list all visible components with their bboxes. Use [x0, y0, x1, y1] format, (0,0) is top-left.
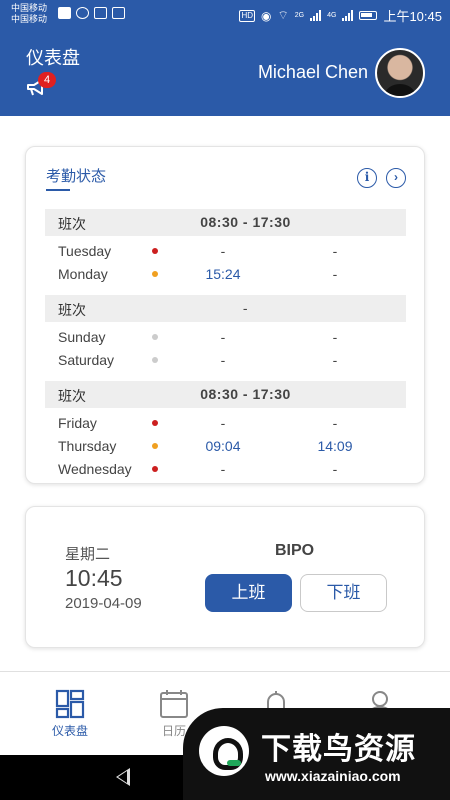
clock-in-value: -	[220, 415, 226, 431]
watermark-logo-icon	[199, 726, 249, 776]
carrier-info: 中国移动 中国移动	[11, 3, 47, 25]
clock-out-value: -	[332, 415, 338, 431]
clock-out-value: -	[332, 243, 338, 259]
shift-header: 班次 08:30 - 17:30	[45, 381, 406, 408]
clock-out-value: 14:09	[317, 438, 353, 454]
clock-in-value: -	[220, 243, 226, 259]
clock-out-value: -	[332, 352, 338, 368]
day-label: Wednesday	[58, 461, 132, 477]
status-bar: 中国移动 中国移动 HD ◉ ⌔ 2G 4G 上午10:45	[0, 0, 450, 28]
shift-time: -	[242, 300, 249, 316]
current-date: 2019-04-09	[65, 595, 142, 612]
table-row[interactable]: Wednesday - -	[45, 458, 406, 480]
signal-icon	[310, 10, 322, 21]
page-title: 仪表盘	[26, 48, 80, 68]
shift-header: 班次 -	[45, 295, 406, 322]
notification-badge: 4	[38, 72, 56, 88]
watermark: 下载鸟资源 www.xiazainiao.com	[183, 708, 450, 800]
network-4g-label: 4G	[327, 12, 337, 19]
network-2g-label: 2G	[294, 12, 305, 19]
nav-item-dashboard[interactable]: 仪表盘	[25, 688, 115, 739]
table-row[interactable]: Tuesday - -	[45, 240, 406, 262]
watermark-url: www.xiazainiao.com	[265, 768, 401, 784]
dashboard-icon	[55, 689, 85, 719]
current-time: 10:45	[65, 565, 123, 591]
attendance-card: 考勤状态 i › 班次 08:30 - 17:30 Tuesday - - Mo…	[25, 146, 425, 484]
user-name: Michael Chen	[257, 62, 368, 82]
eye-icon: ◉	[261, 8, 272, 23]
weekday-label: 星期二	[65, 546, 111, 563]
status-right: HD ◉ ⌔ 2G 4G 上午10:45	[239, 6, 442, 25]
shift-time: 08:30 - 17:30	[200, 386, 291, 402]
status-dot	[152, 357, 158, 363]
calendar-icon	[160, 690, 188, 718]
mail-icon	[112, 7, 125, 19]
title-underline	[46, 189, 70, 191]
status-dot	[152, 420, 158, 426]
wifi-icon: ⌔	[277, 8, 289, 22]
avatar[interactable]	[375, 48, 425, 98]
day-label: Sunday	[58, 329, 106, 345]
nav-label-dashboard: 仪表盘	[51, 724, 88, 738]
company-name: BIPO	[275, 542, 315, 559]
battery-icon	[359, 11, 378, 20]
message-icon	[76, 7, 89, 19]
table-row[interactable]: Thursday 09:04 14:09	[45, 435, 406, 457]
table-row[interactable]: Saturday - -	[45, 349, 406, 371]
day-label: Saturday	[58, 352, 115, 368]
status-dot	[152, 248, 158, 254]
chevron-right-icon[interactable]: ›	[386, 168, 406, 188]
clock-out-value: -	[332, 266, 338, 282]
back-icon[interactable]	[116, 768, 130, 786]
status-dot	[152, 334, 158, 340]
clock-in-value: -	[220, 461, 226, 477]
status-dot	[152, 466, 158, 472]
table-row[interactable]: Friday - -	[45, 412, 406, 434]
watermark-title: 下载鸟资源	[261, 732, 416, 767]
clock-out-button[interactable]: 下班	[300, 574, 387, 612]
app-icon	[94, 7, 107, 19]
main-content: 考勤状态 i › 班次 08:30 - 17:30 Tuesday - - Mo…	[0, 116, 450, 671]
table-row[interactable]: Sunday - -	[45, 326, 406, 348]
card-title: 考勤状态	[46, 168, 107, 185]
carrier-2: 中国移动	[11, 14, 48, 24]
info-icon[interactable]: i	[357, 168, 377, 188]
clock-out-value: -	[332, 461, 338, 477]
carrier-1: 中国移动	[11, 3, 48, 13]
clock-out-value: -	[332, 329, 338, 345]
clock-in-value: -	[220, 329, 226, 345]
app-header: 仪表盘 4 Michael Chen	[0, 28, 450, 116]
app-notification-icon	[58, 7, 71, 19]
clock-in-button[interactable]: 上班	[205, 574, 292, 612]
hd-icon: HD	[239, 9, 255, 22]
clock-in-value: 09:04	[205, 438, 241, 454]
clock-in-value: 15:24	[205, 266, 241, 282]
status-time: 上午10:45	[383, 9, 442, 24]
day-label: Thursday	[58, 438, 117, 454]
shift-header: 班次 08:30 - 17:30	[45, 209, 406, 236]
clock-card: 星期二 10:45 2019-04-09 BIPO 上班 下班	[25, 506, 425, 648]
signal-icon-2	[342, 10, 354, 21]
day-label: Monday	[58, 266, 108, 282]
table-row[interactable]: Monday 15:24 -	[45, 263, 406, 285]
notification-icons	[58, 7, 125, 19]
shift-time: 08:30 - 17:30	[200, 214, 291, 230]
day-label: Tuesday	[58, 243, 112, 259]
status-dot	[152, 271, 158, 277]
clock-in-value: -	[220, 352, 226, 368]
status-dot	[152, 443, 158, 449]
day-label: Friday	[58, 415, 97, 431]
